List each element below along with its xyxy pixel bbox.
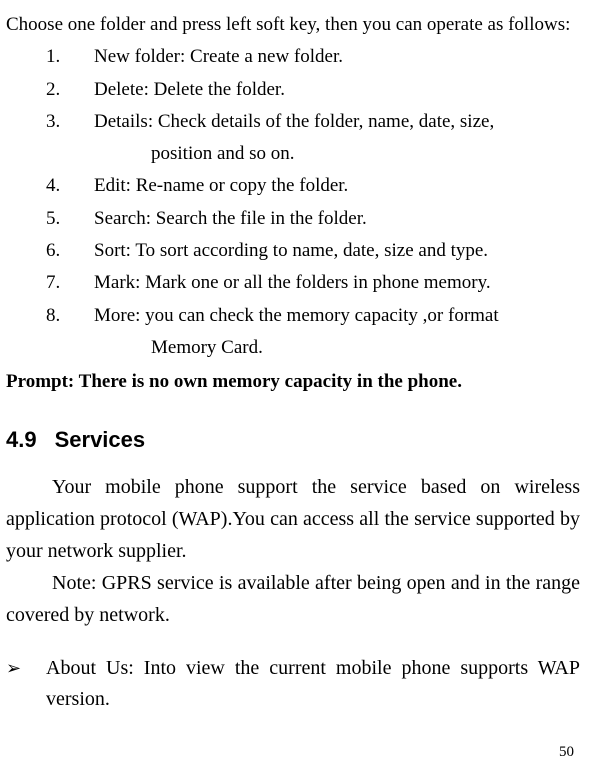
list-text: Details: Check details of the folder, na…: [94, 106, 580, 138]
list-item: 1. New folder: Create a new folder.: [6, 41, 580, 73]
section-title: Services: [55, 427, 146, 452]
page-number: 50: [559, 744, 574, 761]
numbered-list: 1. New folder: Create a new folder. 2. D…: [6, 41, 580, 364]
body-paragraph: Note: GPRS service is available after be…: [6, 567, 580, 631]
list-number: 3.: [6, 106, 94, 138]
bullet-text: About Us: Into view the current mobile p…: [46, 653, 580, 715]
list-item: 6. Sort: To sort according to name, date…: [6, 235, 580, 267]
prompt-text: Prompt: There is no own memory capacity …: [6, 366, 580, 398]
list-text: Edit: Re-name or copy the folder.: [94, 170, 580, 202]
bullet-list: ➢ About Us: Into view the current mobile…: [6, 653, 580, 715]
list-text: More: you can check the memory capacity …: [94, 300, 580, 332]
section-number: 4.9: [6, 427, 37, 453]
list-item: 4. Edit: Re-name or copy the folder.: [6, 170, 580, 202]
list-number: 1.: [6, 41, 94, 73]
page: Choose one folder and press left soft ke…: [0, 0, 590, 769]
section-heading: 4.9 Services: [6, 427, 580, 453]
list-text: Sort: To sort according to name, date, s…: [94, 235, 580, 267]
list-number: 4.: [6, 170, 94, 202]
list-item: 5. Search: Search the file in the folder…: [6, 203, 580, 235]
list-item: 8. More: you can check the memory capaci…: [6, 300, 580, 365]
list-text: New folder: Create a new folder.: [94, 41, 580, 73]
intro-text: Choose one folder and press left soft ke…: [6, 8, 580, 41]
list-number: 5.: [6, 203, 94, 235]
list-number: 8.: [6, 300, 94, 332]
list-text: Mark: Mark one or all the folders in pho…: [94, 267, 580, 299]
bullet-item: ➢ About Us: Into view the current mobile…: [6, 653, 580, 715]
list-number: 7.: [6, 267, 94, 299]
body-paragraph: Your mobile phone support the service ba…: [6, 471, 580, 567]
list-item: 3. Details: Check details of the folder,…: [6, 106, 580, 171]
list-number: 6.: [6, 235, 94, 267]
list-item: 7. Mark: Mark one or all the folders in …: [6, 267, 580, 299]
list-text-continuation: Memory Card.: [6, 332, 580, 364]
list-text: Search: Search the file in the folder.: [94, 203, 580, 235]
arrow-bullet-icon: ➢: [6, 653, 46, 715]
list-text-continuation: position and so on.: [6, 138, 580, 170]
list-item: 2. Delete: Delete the folder.: [6, 74, 580, 106]
list-number: 2.: [6, 74, 94, 106]
list-text: Delete: Delete the folder.: [94, 74, 580, 106]
